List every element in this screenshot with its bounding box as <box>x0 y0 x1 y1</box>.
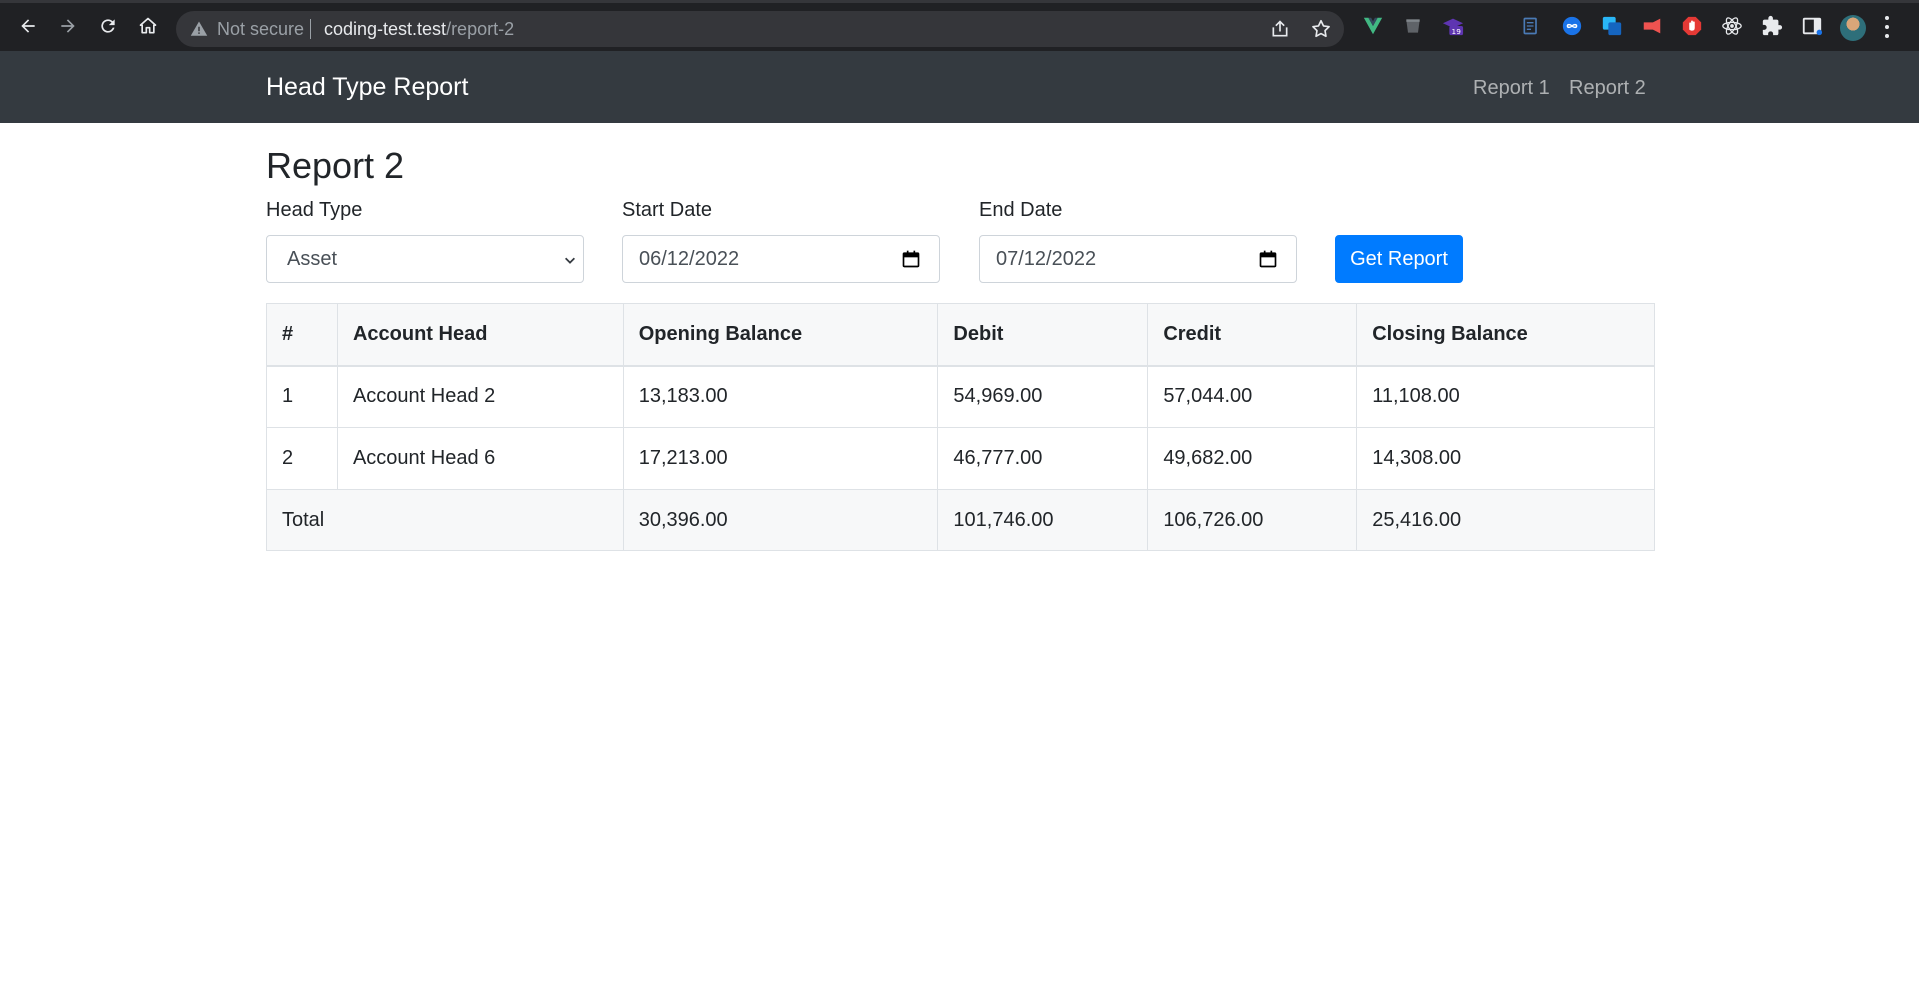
table-total-row: Total 30,396.00 101,746.00 106,726.00 25… <box>266 489 1655 551</box>
cell-account-head: Account Head 2 <box>336 365 624 428</box>
cell-index: 2 <box>266 427 338 490</box>
cell-closing-balance: 14,308.00 <box>1356 427 1655 490</box>
start-date-label: Start Date <box>622 199 713 221</box>
graduation-cap-icon[interactable]: 19 <box>1442 15 1464 37</box>
cell-index: 1 <box>266 365 338 428</box>
bucket-extension-icon[interactable] <box>1402 15 1424 37</box>
table-row: 2 Account Head 6 17,213.00 46,777.00 49,… <box>266 427 1655 490</box>
get-report-button[interactable]: Get Report <box>1335 235 1463 283</box>
report-table: # Account Head Opening Balance Debit Cre… <box>266 303 1655 551</box>
end-date-label: End Date <box>979 199 1063 221</box>
address-bar[interactable]: Not secure coding-test.test/report-2 <box>176 11 1344 47</box>
profile-avatar[interactable] <box>1840 15 1866 41</box>
head-type-select[interactable]: Asset <box>266 235 584 283</box>
url-host: coding-test.test <box>324 19 447 39</box>
page-title: Report 2 <box>266 145 405 186</box>
share-icon[interactable] <box>1270 19 1290 39</box>
reload-icon[interactable] <box>96 14 120 38</box>
home-icon[interactable] <box>136 14 160 38</box>
cell-debit: 54,969.00 <box>937 365 1149 428</box>
start-date-value: 06/12/2022 <box>639 247 740 270</box>
browser-menu-icon[interactable] <box>1884 16 1890 38</box>
column-header-opening-balance: Opening Balance <box>622 303 939 367</box>
side-panel-icon[interactable] <box>1801 15 1823 37</box>
column-header-debit: Debit <box>937 303 1149 367</box>
column-header-closing-balance: Closing Balance <box>1356 303 1655 367</box>
app-navbar: Head Type Report Report 1 Report 2 <box>0 51 1919 123</box>
cell-opening-balance: 17,213.00 <box>622 427 939 490</box>
column-header-index: # <box>266 303 338 367</box>
head-type-selected-value: Asset <box>287 247 338 270</box>
bookmark-star-icon[interactable] <box>1310 18 1332 40</box>
tab-strip-edge <box>0 0 1919 3</box>
url-text[interactable]: coding-test.test/report-2 <box>324 19 514 40</box>
navbar-brand[interactable]: Head Type Report <box>266 73 468 102</box>
adblock-icon[interactable] <box>1681 15 1703 37</box>
total-closing-balance: 25,416.00 <box>1356 489 1655 551</box>
head-type-label: Head Type <box>266 199 363 221</box>
column-header-credit: Credit <box>1147 303 1358 367</box>
cell-credit: 57,044.00 <box>1147 365 1358 428</box>
total-debit: 101,746.00 <box>937 489 1149 551</box>
back-icon[interactable] <box>16 14 40 38</box>
table-header-row: # Account Head Opening Balance Debit Cre… <box>266 303 1655 367</box>
nav-link-report-1[interactable]: Report 1 <box>1473 77 1550 100</box>
end-date-value: 07/12/2022 <box>996 247 1097 270</box>
end-date-input[interactable]: 07/12/2022 <box>979 235 1297 283</box>
total-opening-balance: 30,396.00 <box>622 489 939 551</box>
infinity-extension-icon[interactable] <box>1561 15 1583 37</box>
screen-recorder-icon[interactable] <box>1641 15 1663 37</box>
cell-credit: 49,682.00 <box>1147 427 1358 490</box>
calendar-icon[interactable] <box>1258 249 1278 269</box>
notes-extension-icon[interactable] <box>1520 15 1542 37</box>
url-path: /report-2 <box>446 19 515 39</box>
cell-debit: 46,777.00 <box>937 427 1149 490</box>
extensions-puzzle-icon[interactable] <box>1761 15 1783 37</box>
start-date-input[interactable]: 06/12/2022 <box>622 235 940 283</box>
cell-closing-balance: 11,108.00 <box>1356 365 1655 428</box>
table-row: 1 Account Head 2 13,183.00 54,969.00 57,… <box>266 365 1655 428</box>
warning-icon <box>190 21 208 36</box>
forward-icon[interactable] <box>56 14 80 38</box>
total-credit: 106,726.00 <box>1147 489 1358 551</box>
extension-badge: 19 <box>1452 27 1462 36</box>
nav-link-report-2[interactable]: Report 2 <box>1569 77 1646 100</box>
vue-devtools-icon[interactable] <box>1362 15 1384 37</box>
browser-toolbar: Not secure coding-test.test/report-2 19 <box>0 0 1919 51</box>
security-label: Not secure <box>217 19 305 39</box>
cell-account-head: Account Head 6 <box>336 427 624 490</box>
translate-extension-icon[interactable] <box>1601 15 1623 37</box>
address-separator <box>310 19 311 39</box>
total-label: Total <box>266 489 624 551</box>
react-devtools-icon[interactable] <box>1721 15 1743 37</box>
calendar-icon[interactable] <box>901 249 921 269</box>
column-header-account-head: Account Head <box>336 303 624 367</box>
chevron-down-icon <box>565 257 575 264</box>
cell-opening-balance: 13,183.00 <box>622 365 939 428</box>
